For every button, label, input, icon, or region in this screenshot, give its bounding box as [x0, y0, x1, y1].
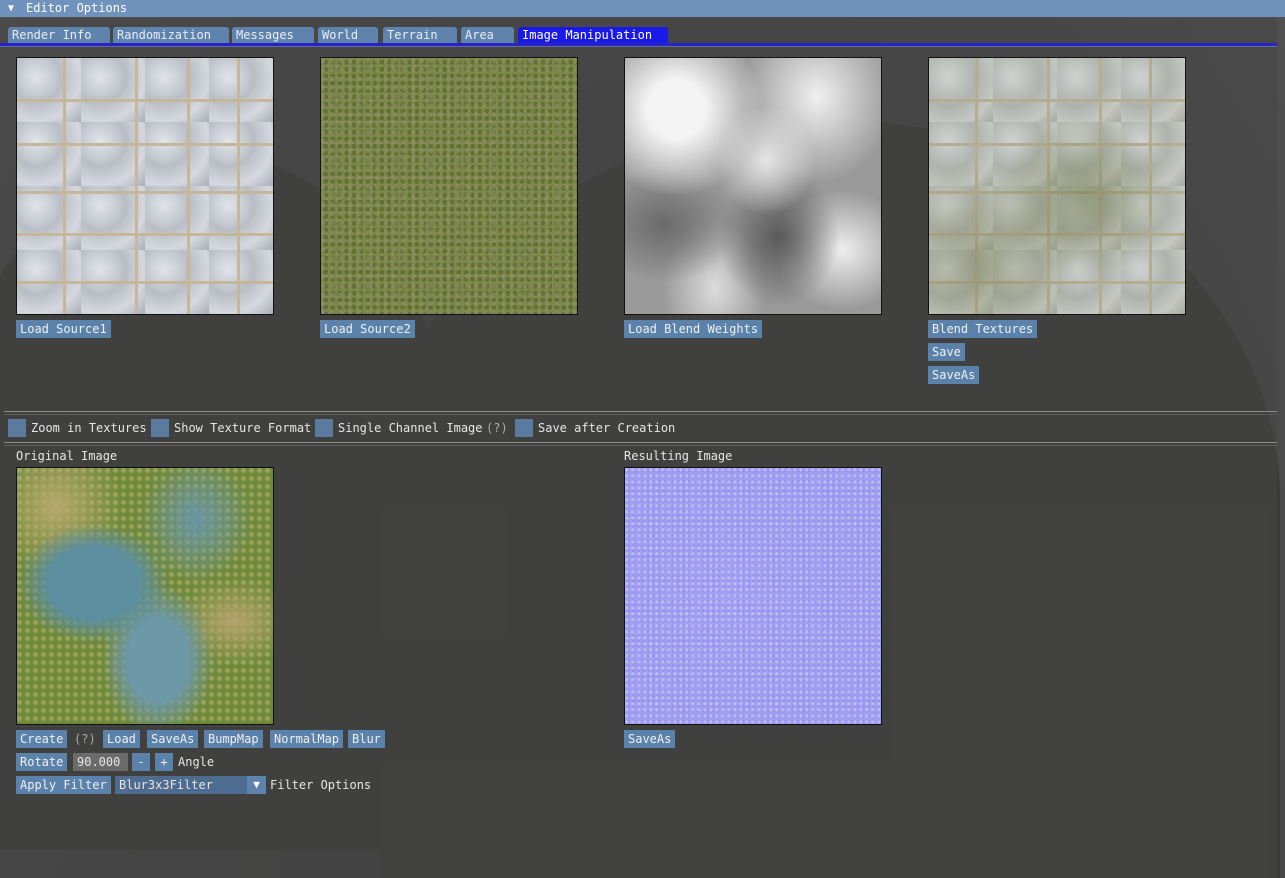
- apply-filter-button[interactable]: Apply Filter: [16, 776, 111, 794]
- collapse-triangle-icon[interactable]: ▼: [8, 0, 14, 17]
- create-button[interactable]: Create: [16, 730, 68, 748]
- save-button[interactable]: Save: [928, 343, 965, 361]
- separator: [4, 411, 1277, 412]
- zoom-in-textures-checkbox[interactable]: [8, 419, 26, 437]
- blend-weights-preview: [624, 57, 882, 315]
- source1-preview: [16, 57, 274, 315]
- load-button[interactable]: Load: [103, 730, 140, 748]
- window-titlebar[interactable]: ▼ Editor Options: [0, 0, 1285, 17]
- help-marker[interactable]: (?): [74, 732, 96, 746]
- save-after-creation-label: Save after Creation: [538, 421, 676, 435]
- separator: [4, 445, 1277, 446]
- separator: [4, 414, 1277, 415]
- tab-messages[interactable]: Messages: [232, 27, 314, 43]
- filter-options-label: Filter Options: [270, 778, 372, 792]
- blur-button[interactable]: Blur: [348, 730, 385, 748]
- angle-label: Angle: [178, 755, 215, 769]
- tab-terrain[interactable]: Terrain: [383, 27, 457, 43]
- original-image-heading: Original Image: [16, 449, 118, 463]
- filter-select[interactable]: Blur3x3Filter ▼: [115, 776, 266, 794]
- normal-map-button[interactable]: NormalMap: [270, 730, 344, 748]
- tab-randomization[interactable]: Randomization: [113, 27, 229, 43]
- load-source1-button[interactable]: Load Source1: [16, 320, 111, 338]
- save-as-original-button[interactable]: SaveAs: [147, 730, 199, 748]
- single-channel-image-checkbox[interactable]: [315, 419, 333, 437]
- bump-map-button[interactable]: BumpMap: [204, 730, 263, 748]
- blended-texture-preview: [928, 57, 1186, 315]
- angle-decrement-button[interactable]: -: [132, 753, 150, 771]
- rotate-button[interactable]: Rotate: [16, 753, 68, 771]
- source2-preview: [320, 57, 578, 315]
- tab-render-info[interactable]: Render Info: [8, 27, 110, 43]
- save-after-creation-checkbox[interactable]: [515, 419, 533, 437]
- zoom-in-textures-label: Zoom in Textures: [31, 421, 147, 435]
- separator: [4, 442, 1277, 443]
- show-texture-format-label: Show Texture Format: [174, 421, 312, 435]
- tab-underline-shadow: [0, 46, 1277, 47]
- window-title: Editor Options: [26, 1, 128, 15]
- tab-area[interactable]: Area: [461, 27, 514, 43]
- save-as-button[interactable]: SaveAs: [928, 366, 980, 384]
- show-texture-format-checkbox[interactable]: [151, 419, 169, 437]
- load-source2-button[interactable]: Load Source2: [320, 320, 415, 338]
- tab-image-manipulation[interactable]: Image Manipulation: [518, 27, 668, 43]
- chevron-down-icon[interactable]: ▼: [247, 776, 266, 794]
- help-marker[interactable]: (?): [486, 421, 508, 435]
- single-channel-image-label: Single Channel Image: [338, 421, 483, 435]
- resulting-image-preview: [624, 467, 882, 725]
- blend-textures-button[interactable]: Blend Textures: [928, 320, 1038, 338]
- save-as-result-button[interactable]: SaveAs: [624, 730, 676, 748]
- resulting-image-heading: Resulting Image: [624, 449, 733, 463]
- angle-input[interactable]: 90.000: [73, 753, 128, 771]
- load-blend-weights-button[interactable]: Load Blend Weights: [624, 320, 763, 338]
- filter-select-value: Blur3x3Filter: [119, 778, 213, 792]
- angle-increment-button[interactable]: +: [155, 753, 173, 771]
- original-image-preview: [16, 467, 274, 725]
- tab-world[interactable]: World: [318, 27, 378, 43]
